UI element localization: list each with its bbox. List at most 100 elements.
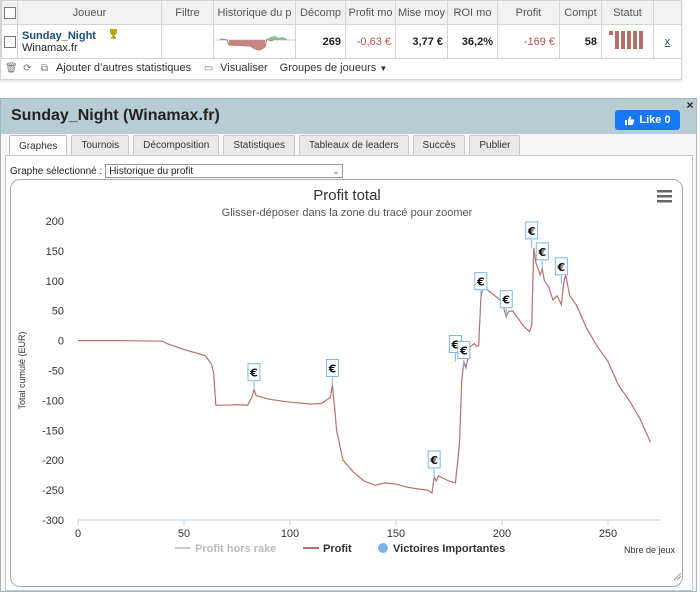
y-tick-label: -100 (42, 395, 64, 407)
victory-marker[interactable]: € (457, 341, 471, 368)
victory-marker[interactable]: € (535, 242, 549, 269)
player-name-link[interactable]: Sunday_Night (22, 30, 157, 42)
panel-header: Sunday_Night (Winamax.fr) Like 0 × (1, 99, 696, 134)
tab-succès[interactable]: Succès (412, 135, 466, 155)
euro-icon: € (476, 276, 485, 289)
header-joueur[interactable]: Joueur (17, 0, 162, 25)
y-tick-label: -150 (42, 425, 64, 437)
visualize-link[interactable]: Visualiser (220, 62, 268, 74)
table-row[interactable]: Sunday_Night Winamax.fr 269 -0,63 € 3,77… (1, 24, 682, 59)
history-sparkline-cell (213, 24, 296, 59)
header-profit-moy[interactable]: Profit mo (345, 0, 396, 25)
graph-select-value: Historique du profit (109, 165, 194, 177)
y-tick-label: 150 (46, 246, 64, 258)
graph-select-label: Graphe sélectionné : (10, 165, 103, 177)
select-all-checkbox[interactable] (4, 6, 16, 19)
victory-marker[interactable]: € (325, 358, 339, 386)
roi-moy-cell: 36,2% (447, 24, 498, 59)
chart-subtitle: Glisser-déposer dans la zone du tracé po… (222, 207, 473, 219)
profit-series-line (78, 247, 651, 495)
tab-tableaux-de-leaders[interactable]: Tableaux de leaders (299, 135, 409, 155)
header-decomp[interactable]: Décomp (295, 0, 346, 25)
header-statut[interactable]: Statut (601, 0, 654, 25)
euro-icon: € (557, 261, 566, 274)
victory-marker[interactable]: € (499, 290, 513, 317)
legend-victoires-symbol (378, 543, 388, 553)
euro-icon: € (249, 367, 258, 380)
facebook-like-button[interactable]: Like 0 (615, 110, 680, 130)
players-table-panel: Joueur Filtre Historique du p Décomp Pro… (0, 0, 682, 80)
status-bars-icon (608, 31, 643, 49)
tab-statistiques[interactable]: Statistiques (223, 135, 296, 155)
header-select-all[interactable] (1, 0, 18, 25)
legend-profit-label: Profit (323, 543, 352, 555)
euro-icon: € (328, 362, 337, 375)
graph-select-row: Graphe sélectionné : Historique du profi… (10, 164, 344, 178)
add-stats-link[interactable]: Ajouter d’autres statistiques (56, 62, 191, 74)
victory-marker[interactable]: € (554, 257, 568, 284)
x-tick-label: 50 (178, 528, 190, 540)
header-historique[interactable]: Historique du p (213, 0, 296, 25)
y-tick-label: -300 (42, 515, 64, 527)
euro-icon: € (429, 454, 438, 467)
trash-icon[interactable]: 🗑 (5, 63, 18, 74)
header-compt[interactable]: Compt (559, 0, 602, 25)
y-axis-label: Total cumulé (EUR) (17, 331, 27, 409)
mise-moy-cell: 3,77 € (395, 24, 448, 59)
euro-icon: € (527, 225, 536, 238)
tab-content-graphes: Graphe sélectionné : Historique du profi… (5, 155, 693, 591)
header-filtre[interactable]: Filtre (161, 0, 214, 25)
y-tick-label: -200 (42, 455, 64, 467)
history-sparkline (215, 36, 295, 51)
tab-tournois[interactable]: Tournois (71, 135, 130, 155)
euro-icon: € (501, 294, 510, 307)
header-mise-moy[interactable]: Mise moy (395, 0, 448, 25)
like-label: Like 0 (639, 114, 671, 126)
thumbs-up-icon (625, 115, 635, 125)
chart-title: Profit total (313, 187, 381, 204)
victory-marker[interactable]: € (247, 363, 261, 390)
chart-menu-icon[interactable] (657, 190, 672, 203)
groups-label: Groupes de joueurs (279, 62, 377, 74)
tab-publier[interactable]: Publier (469, 135, 521, 155)
header-roi-moy[interactable]: ROI mo (447, 0, 498, 25)
filter-cell[interactable] (161, 24, 214, 59)
graph-select[interactable]: Historique du profit ⌄ (105, 164, 344, 178)
profit-chart[interactable]: Profit total Glisser-déposer dans la zone… (10, 179, 683, 587)
victory-marker[interactable]: € (474, 272, 488, 299)
remove-player-link[interactable]: x (653, 24, 682, 59)
tab-graphes[interactable]: Graphes (9, 135, 68, 156)
row-checkbox[interactable] (3, 35, 16, 48)
image-icon: ▭ (203, 62, 214, 74)
euro-icon: € (537, 246, 546, 259)
legend-victoires-label: Victoires Importantes (393, 543, 505, 555)
menu-icon-line (657, 195, 672, 198)
y-tick-label: 0 (58, 336, 64, 348)
player-panel: Sunday_Night (Winamax.fr) Like 0 × Graph… (0, 98, 697, 592)
x-tick-label: 150 (387, 528, 405, 540)
row-checkbox-cell[interactable] (1, 24, 18, 59)
page-root: Joueur Filtre Historique du p Décomp Pro… (0, 0, 700, 592)
tab-décomposition[interactable]: Décomposition (133, 135, 220, 155)
y-tick-label: 50 (52, 306, 64, 318)
player-site: Winamax.fr (22, 41, 78, 54)
table-toolbar: 🗑 ⟳ ⧉ Ajouter d’autres statistiques ▭ Vi… (5, 60, 675, 76)
menu-icon-line (657, 190, 672, 193)
y-tick-label: 200 (46, 216, 64, 228)
chevron-down-icon: ▼ (379, 64, 388, 73)
close-icon[interactable]: × (684, 99, 696, 111)
profit-cell: -169 € (497, 24, 560, 59)
player-cell[interactable]: Sunday_Night Winamax.fr (17, 24, 162, 59)
victory-marker[interactable]: € (427, 450, 441, 477)
x-tick-label: 200 (493, 528, 511, 540)
header-profit[interactable]: Profit (497, 0, 560, 25)
header-actions (653, 0, 682, 25)
statut-cell (601, 24, 654, 59)
tab-bar: Graphes Tournois Décomposition Statistiques… (9, 135, 521, 156)
compt-cell: 58 (559, 24, 602, 59)
groups-dropdown[interactable]: Groupes de joueurs ▼ (280, 62, 388, 74)
refresh-icon[interactable]: ⟳ (22, 63, 33, 74)
x-tick-label: 0 (75, 528, 81, 540)
y-tick-label: -50 (48, 366, 64, 378)
chevron-down-icon: ⌄ (332, 166, 340, 176)
